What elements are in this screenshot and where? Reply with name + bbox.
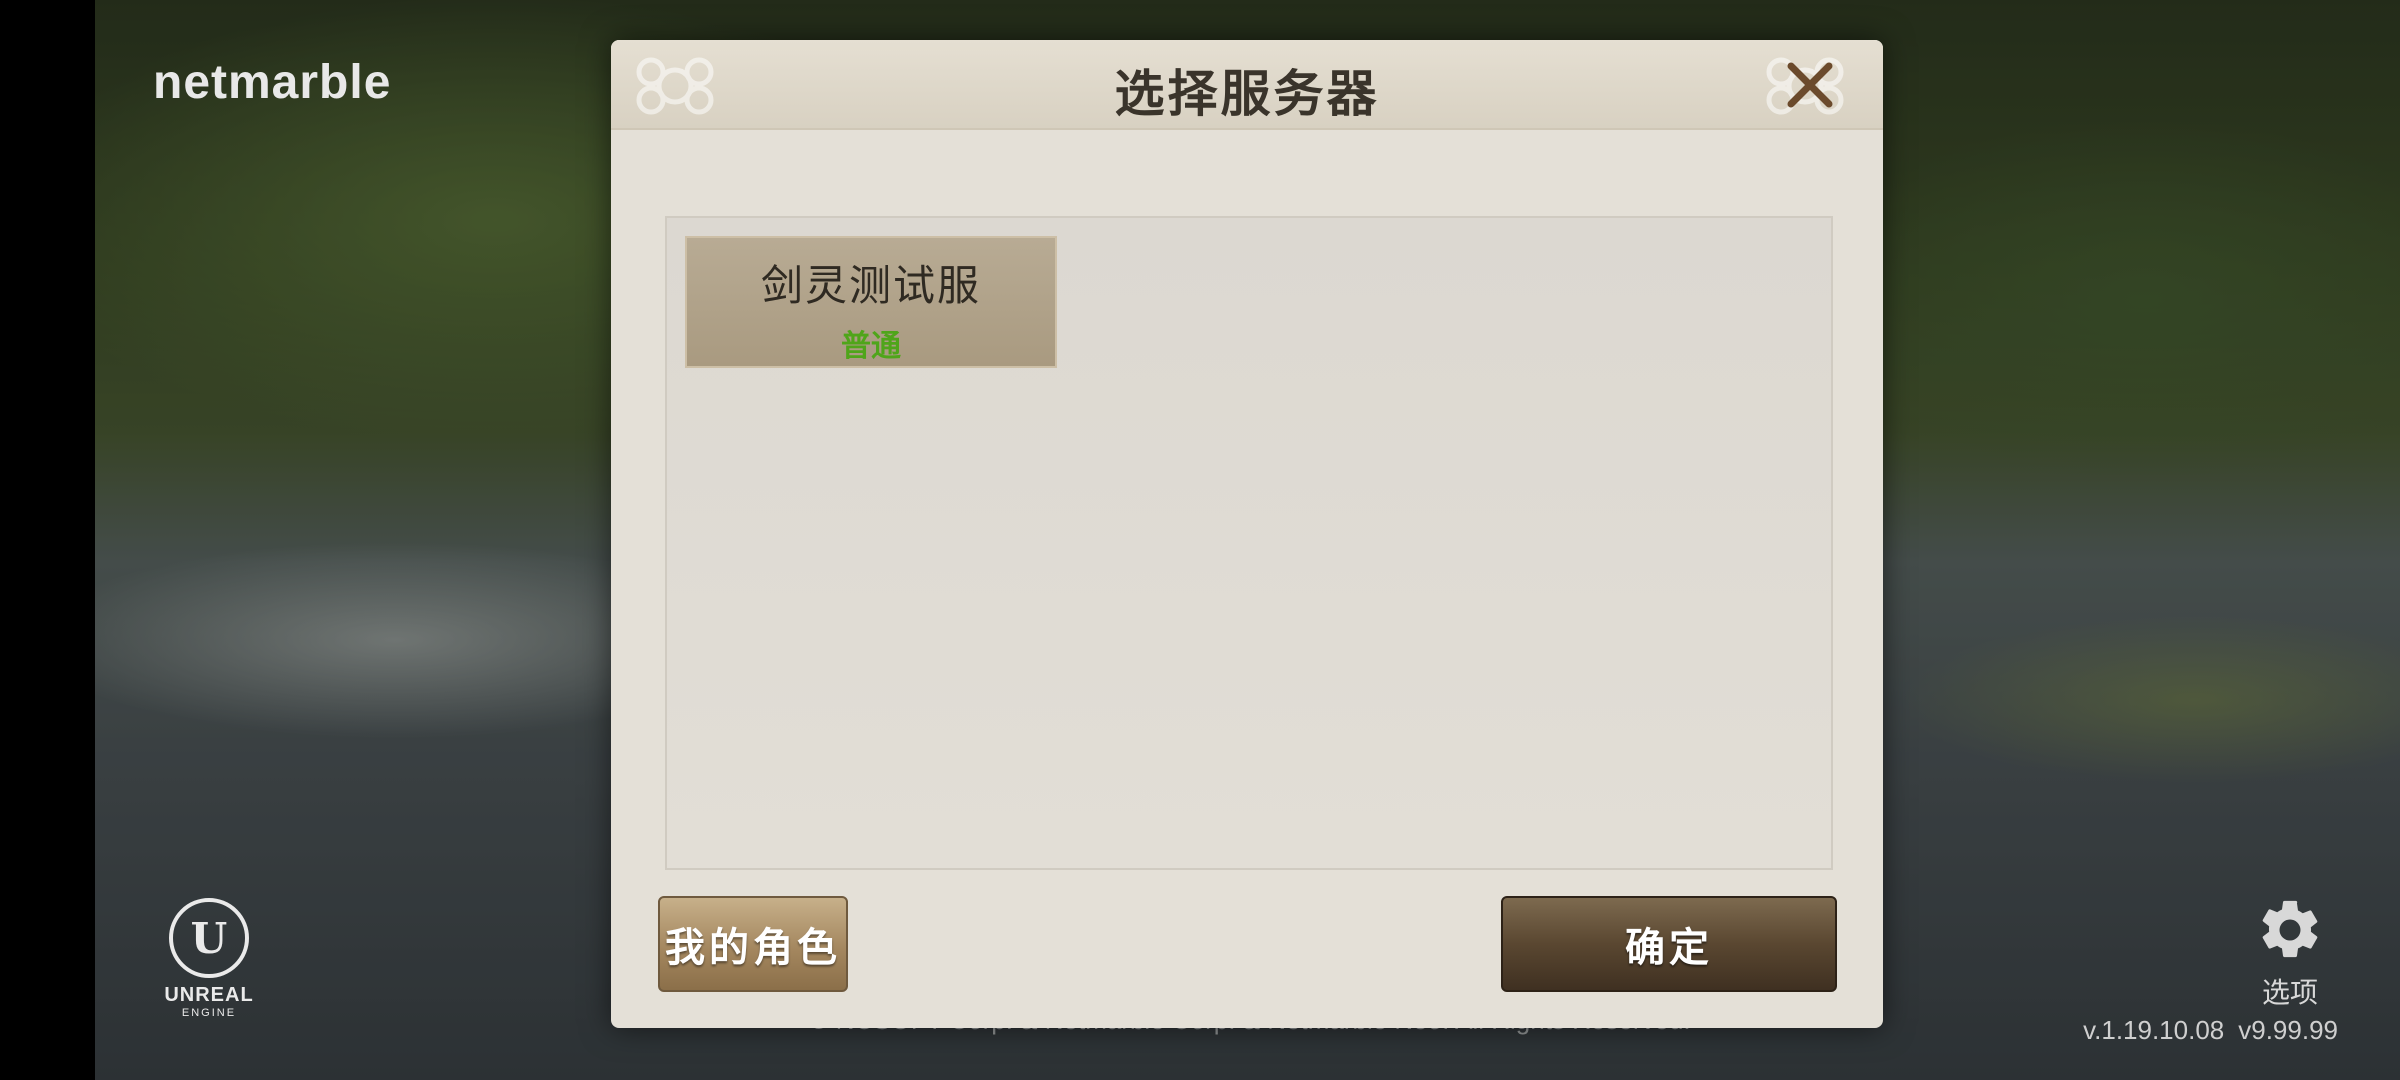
dialog-header: 选择服务器	[611, 40, 1883, 130]
options-button[interactable]: 选项	[2245, 895, 2335, 1011]
close-icon[interactable]	[1781, 56, 1839, 114]
engine-word: ENGINE	[181, 1007, 237, 1019]
options-label: 选项	[2261, 976, 2318, 1009]
client-version: v.1.19.10.08	[2083, 1015, 2225, 1045]
gear-icon	[2262, 900, 2318, 958]
confirm-button[interactable]: 确定	[1501, 896, 1837, 992]
server-name: 剑灵测试服	[760, 261, 981, 310]
dialog-title: 选择服务器	[1114, 65, 1380, 123]
server-list-panel: 剑灵测试服 普通	[665, 216, 1833, 870]
server-select-dialog: 选择服务器 剑灵测试服 普通 我的角色 确定	[611, 40, 1883, 1028]
server-status-badge: 普通	[841, 329, 901, 364]
resource-version: v9.99.99	[2238, 1015, 2338, 1045]
unreal-engine-mark-icon: U	[169, 898, 249, 978]
netmarble-logo: netmarble	[153, 56, 392, 109]
my-characters-button[interactable]: 我的角色	[658, 896, 848, 992]
unreal-engine-logo: U UNREAL ENGINE	[150, 898, 268, 1019]
unreal-engine-word: UNREAL	[164, 984, 254, 1006]
version-info: v.1.19.10.08 v9.99.99	[2069, 1015, 2338, 1046]
server-item[interactable]: 剑灵测试服 普通	[685, 236, 1057, 368]
